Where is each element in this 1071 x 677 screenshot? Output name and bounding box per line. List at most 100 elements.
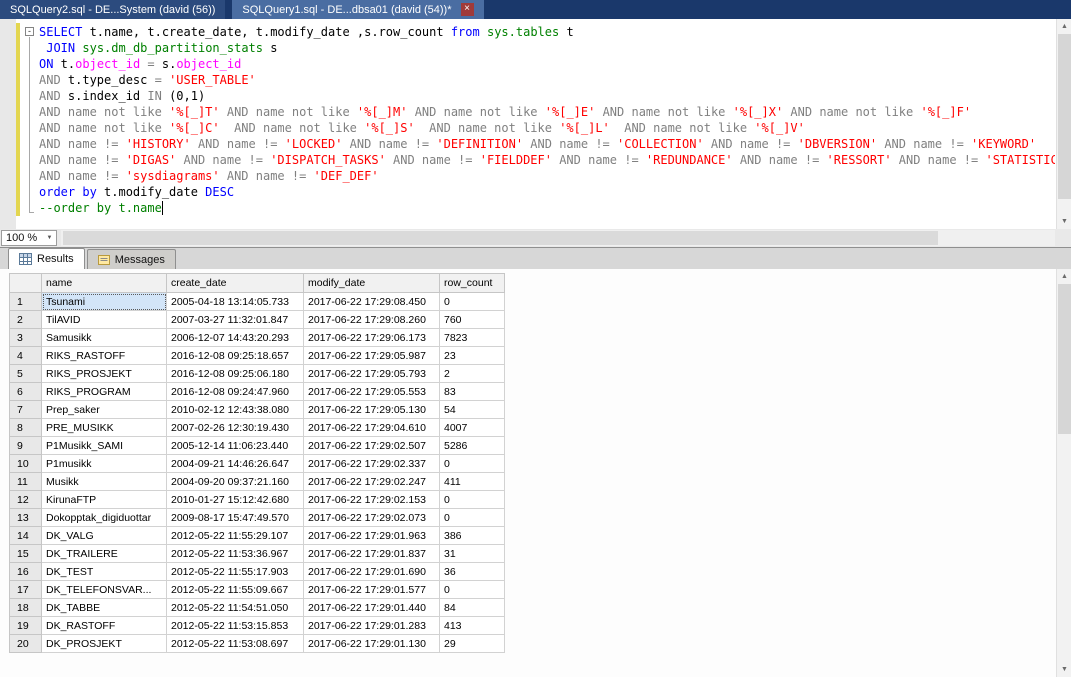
grid-cell[interactable]: 2017-06-22 17:29:04.610 xyxy=(304,419,440,437)
grid-cell[interactable]: 2017-06-22 17:29:01.837 xyxy=(304,545,440,563)
grid-cell[interactable]: DK_PROSJEKT xyxy=(42,635,167,653)
grid-cell[interactable]: 2012-05-22 11:54:51.050 xyxy=(167,599,304,617)
grid-cell[interactable]: RIKS_RASTOFF xyxy=(42,347,167,365)
tab-sqlquery2[interactable]: SQLQuery2.sql - DE...System (david (56)) xyxy=(0,0,225,19)
grid-cell[interactable]: 2 xyxy=(440,365,505,383)
grid-cell[interactable]: TilAVID xyxy=(42,311,167,329)
grid-cell[interactable]: 2017-06-22 17:29:01.577 xyxy=(304,581,440,599)
code-line[interactable]: AND name not like '%[_]C' AND name not l… xyxy=(39,120,1055,136)
grid-cell[interactable]: 2017-06-22 17:29:01.130 xyxy=(304,635,440,653)
grid-cell[interactable]: 2017-06-22 17:29:01.963 xyxy=(304,527,440,545)
grid-cell[interactable]: 2010-02-12 12:43:38.080 xyxy=(167,401,304,419)
row-number[interactable]: 14 xyxy=(10,527,42,545)
editor-horizontal-scrollbar[interactable] xyxy=(61,230,1055,246)
grid-cell[interactable]: 2017-06-22 17:29:06.173 xyxy=(304,329,440,347)
row-number[interactable]: 5 xyxy=(10,365,42,383)
row-number[interactable]: 1 xyxy=(10,293,42,311)
grid-cell[interactable]: 2017-06-22 17:29:01.440 xyxy=(304,599,440,617)
grid-cell[interactable]: 760 xyxy=(440,311,505,329)
code-line[interactable]: AND t.type_desc = 'USER_TABLE' xyxy=(39,72,1055,88)
grid-cell[interactable]: 2004-09-20 09:37:21.160 xyxy=(167,473,304,491)
column-header[interactable]: modify_date xyxy=(304,274,440,293)
code-line[interactable]: --order by t.name xyxy=(39,200,1055,216)
grid-cell[interactable]: P1Musikk_SAMI xyxy=(42,437,167,455)
grid-cell[interactable]: 2004-09-21 14:46:26.647 xyxy=(167,455,304,473)
grid-cell[interactable]: 2017-06-22 17:29:08.450 xyxy=(304,293,440,311)
grid-cell[interactable]: 2012-05-22 11:55:29.107 xyxy=(167,527,304,545)
grid-cell[interactable]: 2012-05-22 11:55:17.903 xyxy=(167,563,304,581)
row-number[interactable]: 18 xyxy=(10,599,42,617)
grid-cell[interactable]: DK_TEST xyxy=(42,563,167,581)
grid-cell[interactable]: 84 xyxy=(440,599,505,617)
grid-cell[interactable]: 411 xyxy=(440,473,505,491)
scroll-up-icon[interactable]: ▲ xyxy=(1057,19,1071,34)
code-line[interactable]: ON t.object_id = s.object_id xyxy=(39,56,1055,72)
grid-cell[interactable]: 2017-06-22 17:29:02.337 xyxy=(304,455,440,473)
grid-cell[interactable]: 31 xyxy=(440,545,505,563)
column-header[interactable]: row_count xyxy=(440,274,505,293)
grid-cell[interactable]: 54 xyxy=(440,401,505,419)
grid-cell[interactable]: 7823 xyxy=(440,329,505,347)
grid-cell[interactable]: 2017-06-22 17:29:02.507 xyxy=(304,437,440,455)
column-header[interactable]: create_date xyxy=(167,274,304,293)
grid-cell[interactable]: PRE_MUSIKK xyxy=(42,419,167,437)
grid-cell[interactable]: 2005-04-18 13:14:05.733 xyxy=(167,293,304,311)
grid-cell[interactable]: P1musikk xyxy=(42,455,167,473)
grid-cell[interactable]: 0 xyxy=(440,581,505,599)
row-number[interactable]: 15 xyxy=(10,545,42,563)
grid-cell[interactable]: 23 xyxy=(440,347,505,365)
grid-cell[interactable]: 0 xyxy=(440,509,505,527)
fold-collapse-icon[interactable]: - xyxy=(25,27,34,36)
row-number[interactable]: 13 xyxy=(10,509,42,527)
row-number[interactable]: 10 xyxy=(10,455,42,473)
grid-cell[interactable]: 2005-12-14 11:06:23.440 xyxy=(167,437,304,455)
grid-cell[interactable]: 0 xyxy=(440,491,505,509)
grid-cell[interactable]: 2016-12-08 09:25:18.657 xyxy=(167,347,304,365)
scroll-down-icon[interactable]: ▼ xyxy=(1057,662,1071,677)
row-number[interactable]: 7 xyxy=(10,401,42,419)
scroll-up-icon[interactable]: ▲ xyxy=(1057,269,1071,284)
editor-vertical-scrollbar[interactable]: ▲ ▼ xyxy=(1056,19,1071,229)
scroll-down-icon[interactable]: ▼ xyxy=(1057,214,1071,229)
zoom-selector[interactable]: 100 % ▼ xyxy=(1,230,57,246)
close-icon[interactable]: × xyxy=(461,3,474,16)
code-line[interactable]: SELECT t.name, t.create_date, t.modify_d… xyxy=(39,24,1055,40)
row-number[interactable]: 4 xyxy=(10,347,42,365)
grid-cell[interactable]: Musikk xyxy=(42,473,167,491)
grid-cell[interactable]: 2016-12-08 09:24:47.960 xyxy=(167,383,304,401)
grid-cell[interactable]: 2012-05-22 11:53:15.853 xyxy=(167,617,304,635)
code-line[interactable]: AND name != 'DIGAS' AND name != 'DISPATC… xyxy=(39,152,1055,168)
code-lines[interactable]: SELECT t.name, t.create_date, t.modify_d… xyxy=(39,24,1055,229)
row-number[interactable]: 2 xyxy=(10,311,42,329)
row-number[interactable]: 17 xyxy=(10,581,42,599)
grid-cell[interactable]: 2009-08-17 15:47:49.570 xyxy=(167,509,304,527)
row-number[interactable]: 16 xyxy=(10,563,42,581)
grid-cell[interactable]: 2017-06-22 17:29:05.987 xyxy=(304,347,440,365)
scrollbar-thumb[interactable] xyxy=(63,231,938,245)
grid-cell[interactable]: 413 xyxy=(440,617,505,635)
code-line[interactable]: AND name != 'sysdiagrams' AND name != 'D… xyxy=(39,168,1055,184)
row-number[interactable]: 6 xyxy=(10,383,42,401)
grid-cell[interactable]: KirunaFTP xyxy=(42,491,167,509)
grid-cell[interactable]: 2017-06-22 17:29:05.793 xyxy=(304,365,440,383)
grid-cell[interactable]: DK_TELEFONSVAR... xyxy=(42,581,167,599)
grid-cell[interactable]: 2017-06-22 17:29:02.073 xyxy=(304,509,440,527)
row-number[interactable]: 3 xyxy=(10,329,42,347)
grid-cell[interactable]: DK_VALG xyxy=(42,527,167,545)
grid-cell[interactable]: 2012-05-22 11:53:08.697 xyxy=(167,635,304,653)
grid-cell[interactable]: 2012-05-22 11:53:36.967 xyxy=(167,545,304,563)
grid-cell[interactable]: 2006-12-07 14:43:20.293 xyxy=(167,329,304,347)
grid-cell[interactable]: DK_TABBE xyxy=(42,599,167,617)
row-number[interactable]: 19 xyxy=(10,617,42,635)
column-header[interactable]: name xyxy=(42,274,167,293)
scrollbar-thumb[interactable] xyxy=(1058,34,1071,199)
grid-cell[interactable]: 2017-06-22 17:29:02.247 xyxy=(304,473,440,491)
code-line[interactable]: AND name not like '%[_]T' AND name not l… xyxy=(39,104,1055,120)
row-number[interactable]: 8 xyxy=(10,419,42,437)
code-line[interactable]: order by t.modify_date DESC xyxy=(39,184,1055,200)
grid-cell[interactable]: 2017-06-22 17:29:02.153 xyxy=(304,491,440,509)
grid-cell[interactable]: RIKS_PROSJEKT xyxy=(42,365,167,383)
row-number[interactable]: 12 xyxy=(10,491,42,509)
grid-cell[interactable]: Prep_saker xyxy=(42,401,167,419)
results-vertical-scrollbar[interactable]: ▲ ▼ xyxy=(1056,269,1071,677)
